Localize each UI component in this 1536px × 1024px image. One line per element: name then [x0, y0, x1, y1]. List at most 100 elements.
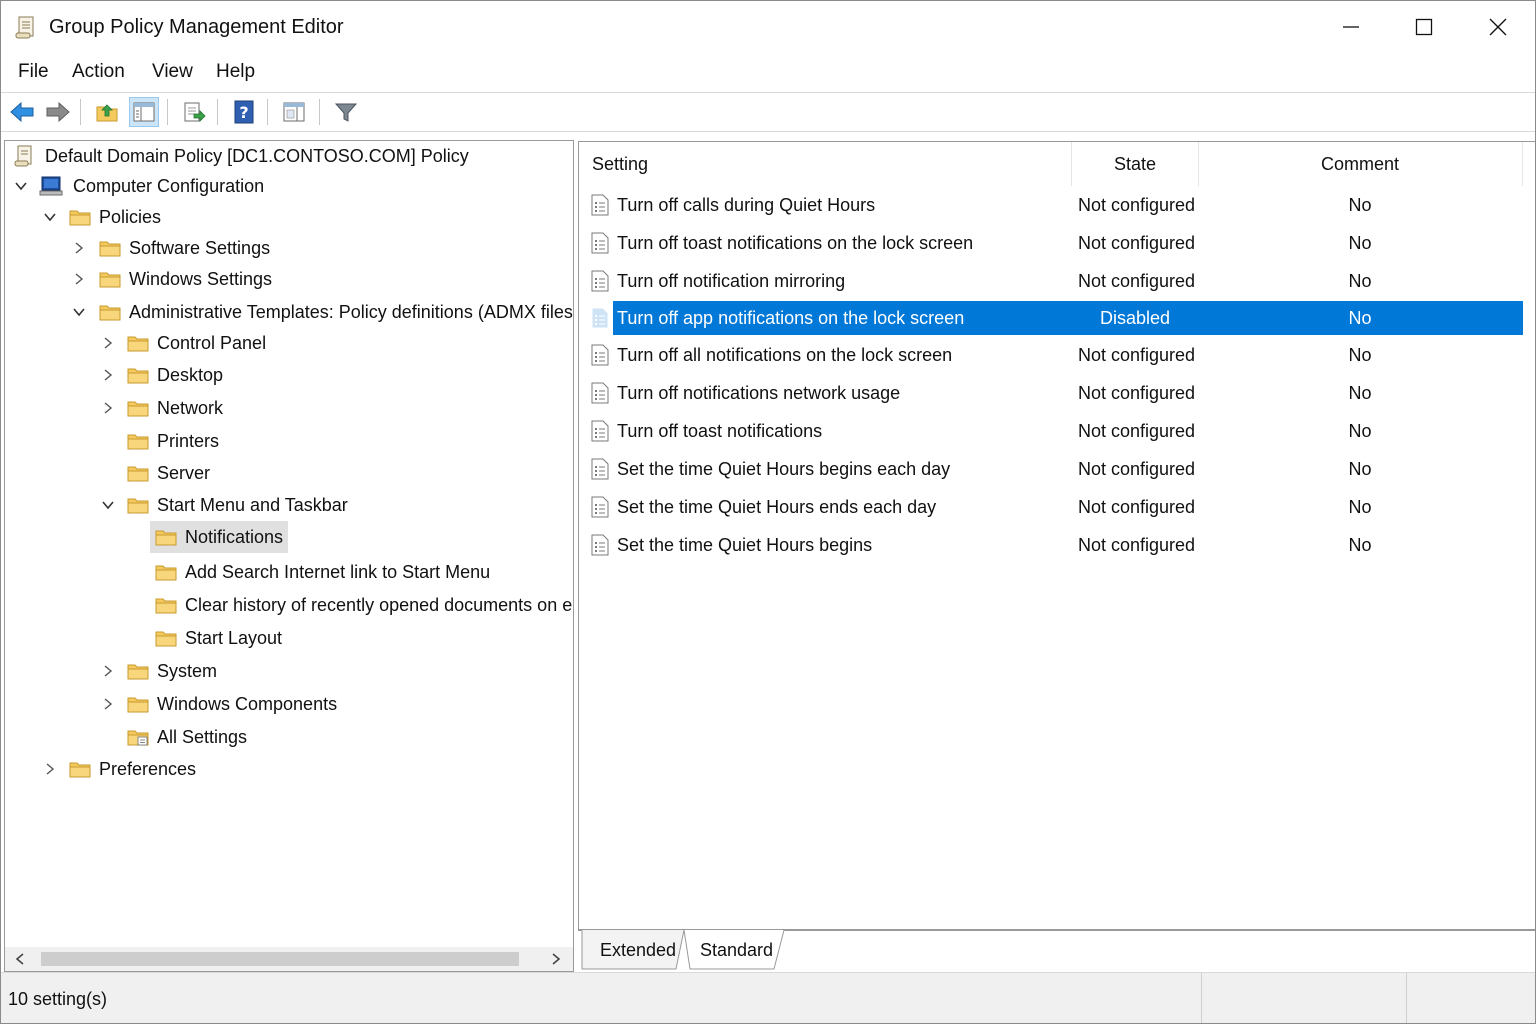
tree-item-computer-configuration[interactable]: Computer Configuration	[39, 171, 264, 201]
chevron-right-icon[interactable]	[43, 762, 57, 776]
status-setting-count: 10 setting(s)	[8, 989, 108, 1009]
tree-item-label: Desktop	[157, 364, 224, 385]
tree-item-notifications[interactable]: Notifications	[155, 522, 283, 552]
filter-button[interactable]	[331, 97, 361, 127]
policy-setting-icon	[591, 534, 609, 556]
forward-button[interactable]	[43, 97, 73, 127]
folder-icon	[127, 434, 149, 450]
scroll-right-icon[interactable]	[549, 952, 563, 966]
tree-item-windows-settings[interactable]: Windows Settings	[99, 264, 272, 294]
group-policy-editor-window: Group Policy Management Editor File Acti…	[0, 0, 1536, 1024]
tree-item-preferences[interactable]: Preferences	[69, 754, 196, 784]
up-level-button[interactable]	[92, 97, 122, 127]
menu-view[interactable]: View	[152, 61, 193, 83]
chevron-right-icon[interactable]	[101, 368, 115, 382]
menu-action[interactable]: Action	[72, 61, 125, 83]
setting-row[interactable]: Turn off toast notifications Not configur…	[579, 413, 1523, 449]
chevron-down-icon[interactable]	[14, 179, 28, 193]
folder-icon	[69, 210, 91, 226]
folder-icon	[99, 305, 121, 321]
chevron-right-icon[interactable]	[101, 697, 115, 711]
tree-item-policies[interactable]: Policies	[69, 202, 161, 232]
setting-state: Not configured	[1078, 420, 1196, 441]
column-header-setting[interactable]: Setting	[592, 142, 1072, 186]
setting-row[interactable]: Turn off all notifications on the lock s…	[579, 337, 1523, 373]
scroll-left-icon[interactable]	[13, 952, 27, 966]
setting-name: Turn off app notifications on the lock s…	[617, 307, 965, 328]
tree-item-network[interactable]: Network	[127, 393, 223, 423]
menu-bar: File Action View Help	[1, 53, 1535, 91]
show-hide-tree-button[interactable]	[129, 97, 159, 127]
setting-row[interactable]: Set the time Quiet Hours begins each day…	[579, 451, 1523, 487]
tab-extended[interactable]: Extended	[600, 940, 676, 961]
all-settings-icon	[127, 730, 149, 746]
chevron-down-icon[interactable]	[72, 305, 86, 319]
tree-item-windows-components[interactable]: Windows Components	[127, 689, 337, 719]
tree-item-printers[interactable]: Printers	[127, 426, 219, 456]
chevron-down-icon[interactable]	[101, 498, 115, 512]
chevron-right-icon[interactable]	[101, 664, 115, 678]
setting-row[interactable]: Turn off notifications network usage Not …	[579, 375, 1523, 411]
maximize-button[interactable]	[1388, 1, 1460, 53]
policy-setting-icon	[591, 344, 609, 366]
folder-up-icon	[96, 104, 118, 122]
chevron-right-icon[interactable]	[72, 241, 86, 255]
export-list-icon	[184, 102, 206, 122]
minimize-button[interactable]	[1315, 1, 1387, 53]
tree-item-clear-history[interactable]: Clear history of recently opened documen…	[155, 590, 572, 620]
tree-item-desktop[interactable]: Desktop	[127, 360, 223, 390]
tree-item-control-panel[interactable]: Control Panel	[127, 328, 266, 358]
toolbar: ?	[1, 92, 1535, 132]
tree-item-server[interactable]: Server	[127, 458, 210, 488]
tree-item-add-search-internet-link[interactable]: Add Search Internet link to Start Menu	[155, 557, 490, 587]
folder-icon	[99, 272, 121, 288]
column-header-comment[interactable]: Comment	[1199, 142, 1521, 186]
help-icon: ?	[234, 100, 254, 124]
setting-row[interactable]: Turn off app notifications on the lock s…	[579, 300, 1523, 336]
setting-name: Turn off all notifications on the lock s…	[617, 344, 953, 365]
help-button[interactable]: ?	[229, 97, 259, 127]
chevron-right-icon[interactable]	[101, 336, 115, 350]
tree-root[interactable]: Default Domain Policy [DC1.CONTOSO.COM] …	[13, 141, 469, 171]
back-button[interactable]	[7, 97, 37, 127]
chevron-down-icon[interactable]	[43, 210, 57, 224]
tree-item-label: Computer Configuration	[73, 175, 265, 196]
setting-comment: No	[1348, 382, 1372, 403]
export-list-button[interactable]	[179, 97, 209, 127]
console-tree-icon	[133, 102, 155, 122]
tree-item-software-settings[interactable]: Software Settings	[99, 233, 270, 263]
tree-item-all-settings[interactable]: All Settings	[127, 722, 247, 752]
setting-row[interactable]: Turn off toast notifications on the lock…	[579, 225, 1523, 261]
folder-icon	[155, 598, 177, 614]
setting-state: Not configured	[1078, 232, 1196, 253]
column-header-state[interactable]: State	[1072, 142, 1198, 186]
tree-item-label: Windows Settings	[129, 268, 273, 289]
computer-icon	[39, 176, 63, 196]
setting-row[interactable]: Turn off notification mirroring Not confi…	[579, 263, 1523, 299]
setting-row[interactable]: Set the time Quiet Hours ends each day No…	[579, 489, 1523, 525]
tree-item-label: Policies	[99, 206, 162, 227]
tab-standard[interactable]: Standard	[700, 940, 773, 961]
tree-item-label: Start Layout	[185, 627, 283, 648]
setting-row[interactable]: Turn off calls during Quiet Hours Not con…	[579, 187, 1523, 223]
tree-horizontal-scrollbar[interactable]	[5, 947, 573, 971]
scrollbar-thumb[interactable]	[41, 952, 519, 966]
chevron-right-icon[interactable]	[72, 272, 86, 286]
tree-item-system[interactable]: System	[127, 656, 217, 686]
setting-row[interactable]: Set the time Quiet Hours begins Not confi…	[579, 527, 1523, 563]
settings-list-pane: Setting State Comment Turn off calls dur…	[578, 141, 1535, 931]
menu-help[interactable]: Help	[216, 61, 255, 83]
chevron-right-icon[interactable]	[101, 401, 115, 415]
forward-arrow-icon	[46, 101, 70, 123]
close-button[interactable]	[1462, 1, 1534, 53]
properties-button[interactable]	[279, 97, 309, 127]
tree-item-label: Printers	[157, 430, 220, 451]
folder-icon	[127, 498, 149, 514]
tree-item-administrative-templates[interactable]: Administrative Templates: Policy definit…	[99, 297, 573, 327]
setting-comment: No	[1348, 232, 1372, 253]
folder-icon	[127, 466, 149, 482]
policy-setting-icon	[591, 270, 609, 292]
tree-item-start-layout[interactable]: Start Layout	[155, 623, 282, 653]
tree-item-start-menu-and-taskbar[interactable]: Start Menu and Taskbar	[127, 490, 348, 520]
menu-file[interactable]: File	[18, 61, 49, 83]
